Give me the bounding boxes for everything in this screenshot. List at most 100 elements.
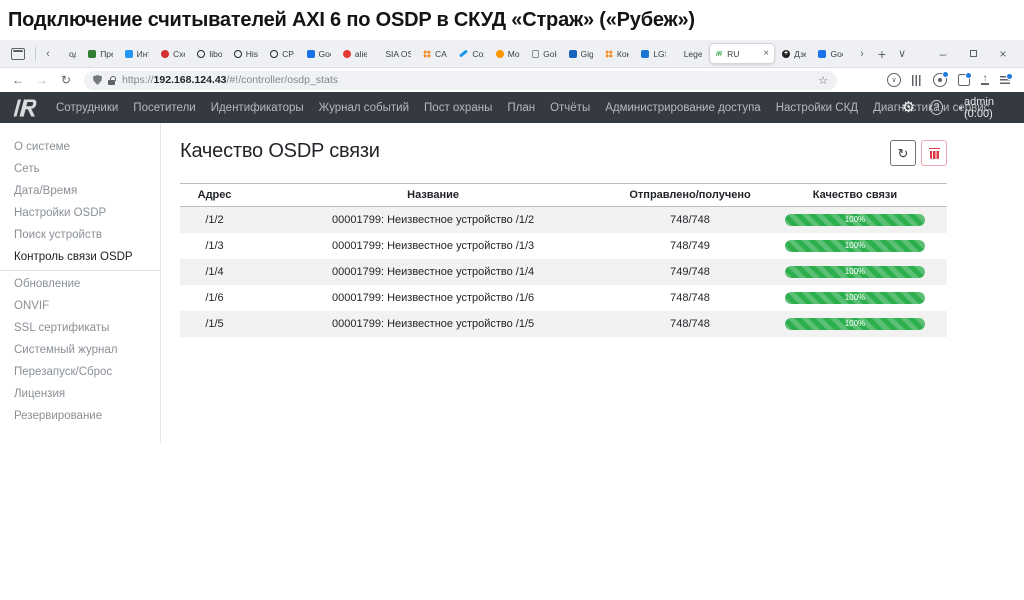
tab-label: CA-IS [435,49,447,59]
user-label: admin (0:00) [964,96,1014,120]
forward-button[interactable]: → [32,73,52,87]
sidebar-item[interactable]: Поиск устройств [0,224,160,246]
quality-progress-fill: 100% [785,266,925,278]
scroll-tabs-right-button[interactable]: › [853,48,871,60]
scroll-tabs-left-button[interactable]: ‹ [41,48,55,60]
tab-close-icon[interactable]: × [763,49,769,59]
pocket-icon[interactable]: ∨ [887,73,901,87]
app-root: Сотрудники Посетители Идентификаторы Журнал… [0,92,1024,443]
tab-label: Histor [246,49,258,59]
app-menu-icon[interactable] [1000,76,1010,84]
user-menu[interactable]: ◂admin (0:00) [958,96,1014,120]
browser-tab[interactable]: Googl [813,43,847,64]
share-icon[interactable]: ↑ [981,75,989,84]
navbar-right: ⚙ ? ◂admin (0:00) [902,96,1014,120]
rubezh-logo-icon[interactable] [10,97,40,119]
browser-tab[interactable]: Инте [120,43,154,64]
navbar-item[interactable]: Журнал событий [319,102,409,114]
help-icon[interactable]: ? [930,100,943,115]
tab-label: RU [727,49,739,59]
account-icon[interactable] [933,73,947,87]
cell-quality: 100% [763,259,947,285]
sidebar-item[interactable]: Сеть [0,158,160,180]
cell-name: 00001799: Неизвестное устройство /1/5 [249,311,617,337]
browser-tab[interactable]: CA-IS [418,43,452,64]
bookmark-star-icon[interactable]: ☆ [818,74,828,87]
sidebar-item[interactable]: Контроль связи OSDP [0,246,160,271]
square-favicon-icon [818,50,826,58]
table-row: /1/200001799: Неизвестное устройство /1/… [180,207,947,234]
minimize-button[interactable]: – [928,43,958,65]
refresh-button[interactable]: ↻ [890,140,916,166]
reload-button[interactable]: ↻ [56,73,76,87]
browser-tab[interactable]: оде [58,43,81,64]
sidebar-item[interactable]: Обновление [0,273,160,295]
navbar-item[interactable]: Посетители [133,102,195,114]
tab-label: Схем [173,49,185,59]
browser-tab[interactable]: Созда [454,43,488,64]
navbar-item[interactable]: План [507,102,535,114]
navbar-item[interactable]: Идентификаторы [211,102,304,114]
tab-label: оде [69,49,76,59]
sidebar-item[interactable]: Системный журнал [0,339,160,361]
browser-tab[interactable]: Мои [491,43,525,64]
browser-tab[interactable]: Legen [673,43,707,64]
browser-tab[interactable]: RU × [709,43,775,64]
browser-tab[interactable]: Googl [302,43,336,64]
navbar-item[interactable]: Администрирование доступа [605,102,760,114]
browser-tab[interactable]: Схем [156,43,190,64]
cell-sent-received: 748/749 [617,233,763,259]
browser-tab[interactable]: Контр [600,43,634,64]
cell-name: 00001799: Неизвестное устройство /1/2 [249,207,617,234]
plus-favicon-icon: + [782,50,790,58]
square-favicon-icon [88,50,96,58]
browser-tab[interactable]: libosd [192,43,226,64]
browser-tab[interactable]: +Дзен [777,43,811,64]
back-button[interactable]: ← [8,73,28,87]
cell-address: /1/4 [180,259,249,285]
browser-tab[interactable]: GigaV [564,43,598,64]
sidebar-item[interactable]: Лицензия [0,383,160,405]
library-icon[interactable] [912,75,922,86]
cell-sent-received: 748/748 [617,207,763,234]
sidebar-item[interactable]: Резервирование [0,405,160,427]
window-controls: – × [928,43,1018,65]
new-tab-button[interactable]: + [873,46,891,62]
cell-address: /1/5 [180,311,249,337]
firefox-view-button[interactable] [6,44,30,64]
navbar-item[interactable]: Сотрудники [56,102,118,114]
navbar-item[interactable]: Настройки СКД [776,102,858,114]
sidebar-item[interactable]: ONVIF [0,295,160,317]
browser-tab[interactable]: aliexp [338,43,372,64]
sidebar-item[interactable]: SSL сертификаты [0,317,160,339]
navbar-item[interactable]: Отчёты [550,102,590,114]
navbar-item[interactable]: Пост охраны [424,102,492,114]
settings-gear-icon[interactable]: ⚙ [902,100,915,115]
url-text: https://192.168.124.43/#!/controller/osd… [122,74,338,86]
sidebar-item[interactable]: Настройки OSDP [0,202,160,224]
square-favicon-icon [125,50,133,58]
tab-label: LGS51 [653,49,665,59]
restore-button[interactable] [958,43,988,65]
browser-tab[interactable]: SIA OSDP [374,43,416,64]
sidebar-item[interactable]: О системе [0,136,160,158]
sidebar-item[interactable]: Дата/Время [0,180,160,202]
lock-icon[interactable] [108,76,116,85]
sidebar-item[interactable]: Перезапуск/Сброс [0,361,160,383]
column-header: Качество связи [763,184,947,207]
close-window-button[interactable]: × [988,43,1018,65]
browser-tab[interactable]: CP mc [265,43,299,64]
column-header: Адрес [180,184,249,207]
clear-stats-button[interactable] [921,140,947,166]
browser-tab[interactable]: LGS51 [636,43,670,64]
tab-label: libosd [209,49,221,59]
extensions-icon[interactable] [958,74,970,86]
circle-favicon-icon [496,50,504,58]
list-all-tabs-button[interactable]: ∨ [893,47,911,60]
browser-tab[interactable]: Histor [229,43,263,64]
browser-tab[interactable]: Gold [527,43,561,64]
tracking-protection-shield-icon[interactable] [93,75,102,85]
browser-tab[interactable]: Преп [83,43,117,64]
cell-quality: 100% [763,285,947,311]
address-input[interactable]: https://192.168.124.43/#!/controller/osd… [84,71,837,90]
